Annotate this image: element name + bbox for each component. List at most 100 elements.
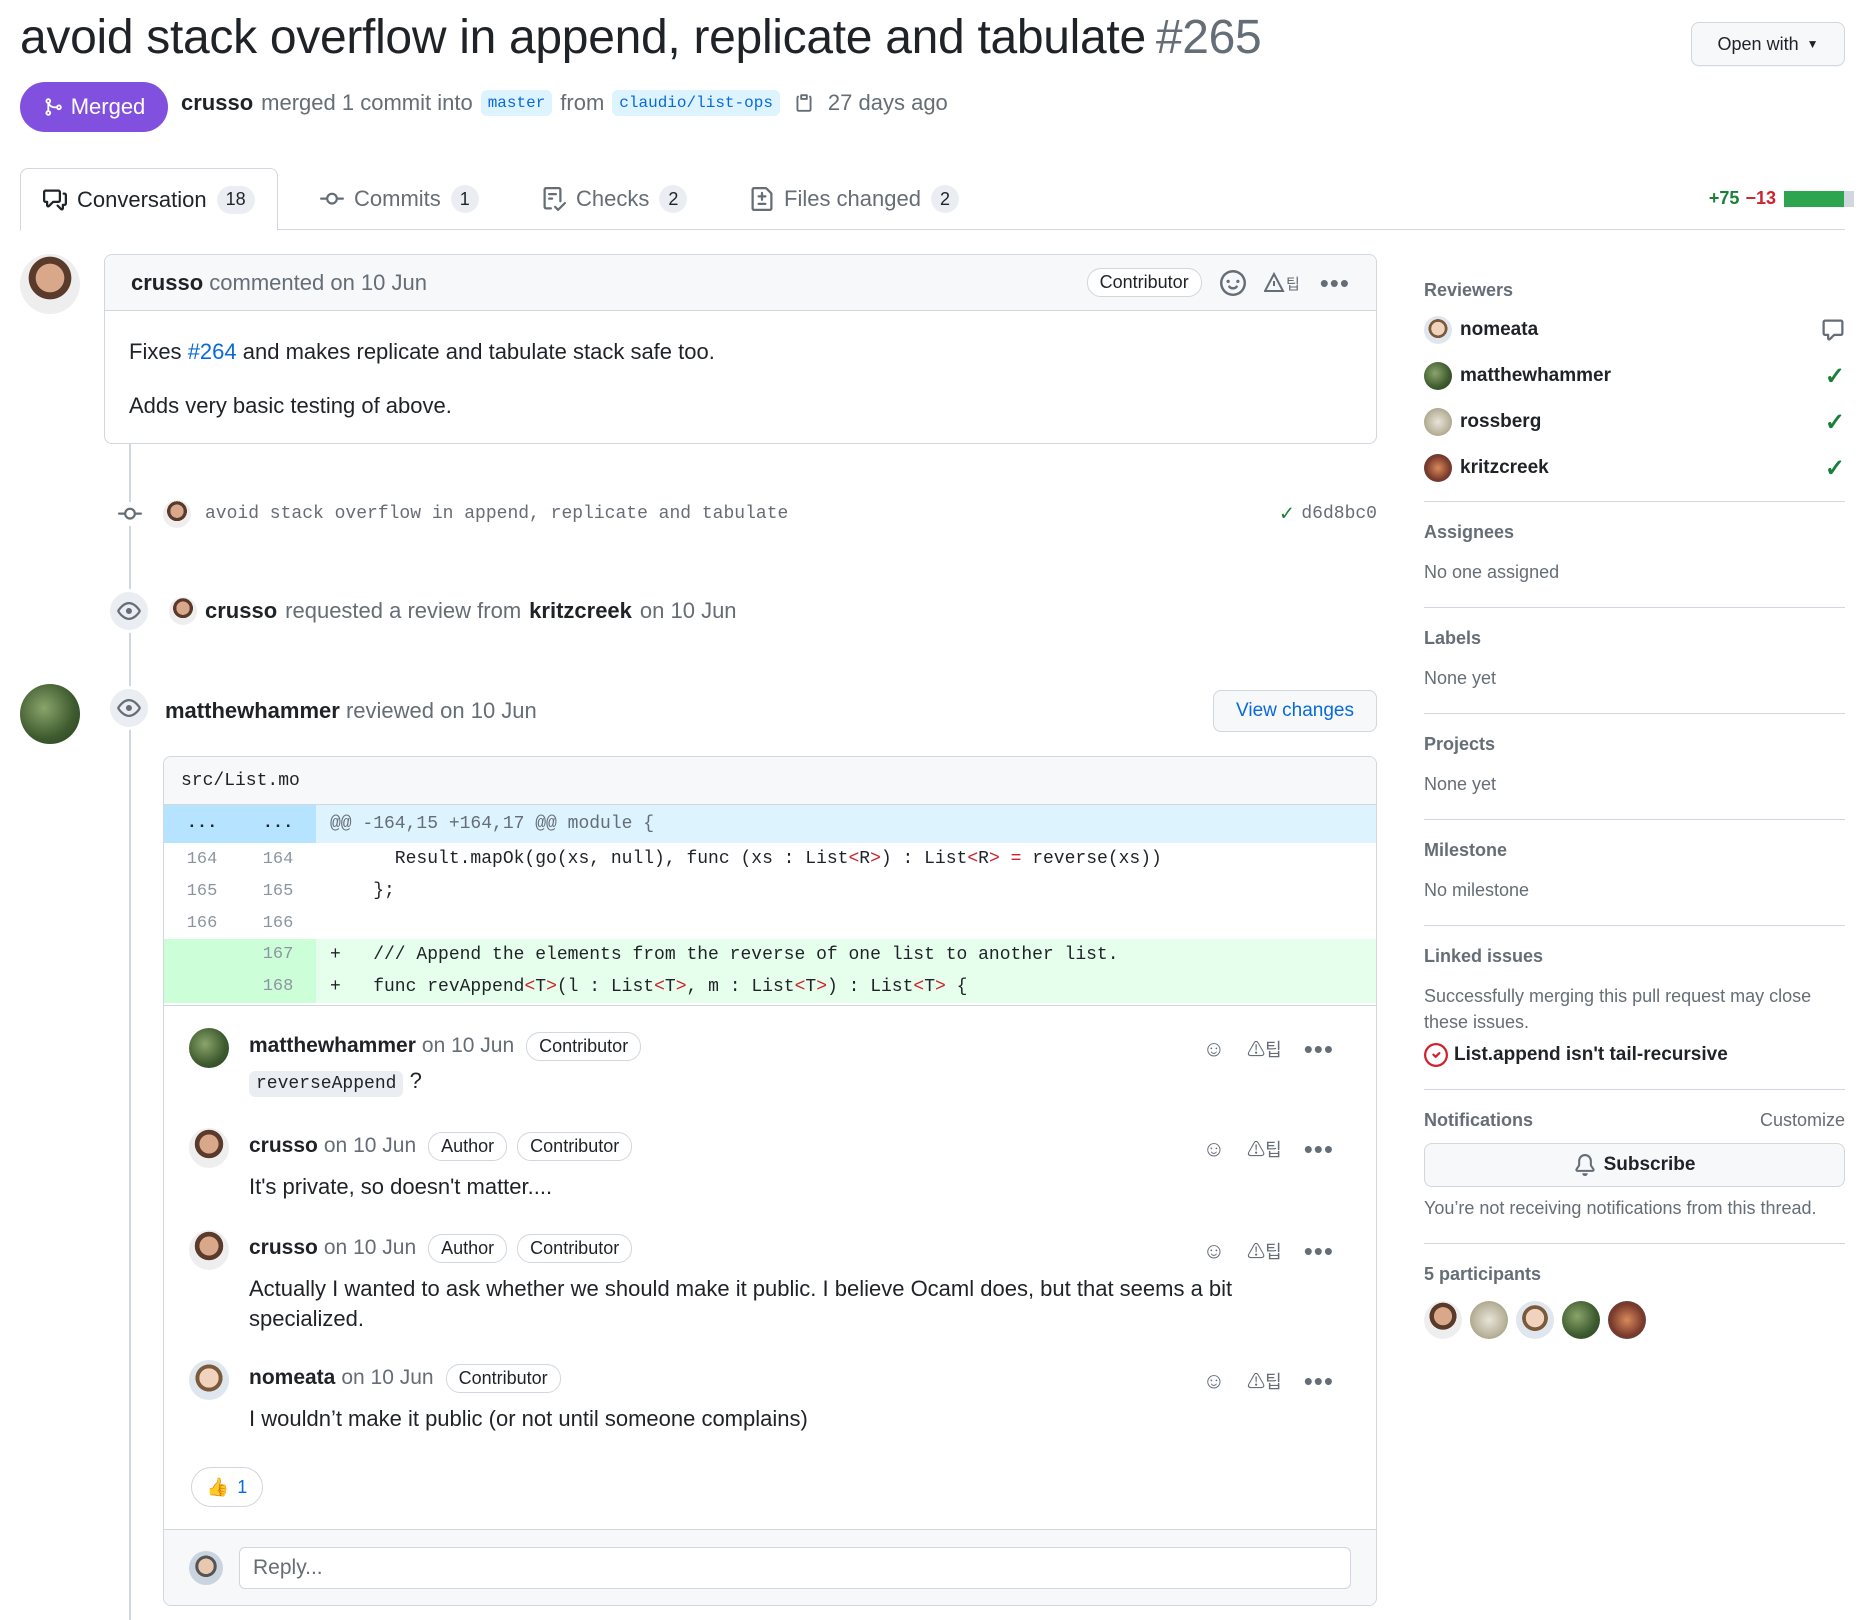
milestone-title: Milestone: [1424, 840, 1508, 860]
participant-avatar[interactable]: [1470, 1301, 1508, 1339]
subscribe-button[interactable]: Subscribe: [1424, 1143, 1845, 1187]
expand-down-button[interactable]: ...: [240, 805, 316, 843]
merge-time: 27 days ago: [827, 90, 948, 115]
participant-avatar[interactable]: [1516, 1301, 1554, 1339]
diff-line-added[interactable]: 167 + /// Append the elements from the re…: [164, 939, 1376, 971]
avatar-kritzcreek[interactable]: [1424, 454, 1452, 482]
linked-issue[interactable]: List.append isn't tail-recursive: [1424, 1043, 1845, 1067]
commit-sha[interactable]: ✓ d6d8bc0: [1280, 501, 1377, 527]
check-icon: ✓: [1824, 362, 1845, 390]
issue-link[interactable]: #264: [188, 339, 237, 364]
reviewer-row[interactable]: rossberg ✓: [1424, 399, 1845, 445]
comment-author[interactable]: crusso: [249, 1134, 318, 1158]
reviewer-name[interactable]: matthewhammer: [1460, 365, 1611, 387]
old-line-number: [164, 971, 240, 1003]
avatar-nomeata[interactable]: [1424, 316, 1452, 344]
customize-link[interactable]: Customize: [1760, 1110, 1845, 1131]
diff-line-context[interactable]: 165 165 };: [164, 875, 1376, 907]
reviewer-row[interactable]: nomeata: [1424, 307, 1845, 353]
comment-author[interactable]: nomeata: [249, 1366, 335, 1390]
review-author[interactable]: matthewhammer: [165, 698, 340, 723]
comment-author[interactable]: crusso: [131, 270, 203, 296]
merger-link[interactable]: crusso: [181, 90, 253, 116]
translate-icon[interactable]: ⚠팁: [1247, 1036, 1282, 1062]
reviewer-row[interactable]: matthewhammer ✓: [1424, 353, 1845, 399]
avatar-crusso-small[interactable]: [163, 500, 191, 528]
diff-line-context[interactable]: 164 164 Result.mapOk(go(xs, null), func (…: [164, 843, 1376, 875]
avatar-rossberg[interactable]: [1424, 408, 1452, 436]
reply-input[interactable]: Reply...: [239, 1546, 1351, 1589]
linked-issue-title[interactable]: List.append isn't tail-recursive: [1454, 1044, 1728, 1066]
translate-icon[interactable]: ⚠팁: [1247, 1368, 1282, 1394]
commit-message[interactable]: avoid stack overflow in append, replicat…: [205, 504, 788, 524]
comment-header: crusso commented on 10 Jun Contributor 팁…: [105, 255, 1376, 311]
reviewer-name[interactable]: nomeata: [1460, 319, 1538, 341]
open-with-button[interactable]: Open with ▼: [1691, 22, 1845, 66]
avatar-crusso[interactable]: [189, 1128, 229, 1168]
head-branch[interactable]: claudio/list-ops: [612, 90, 780, 116]
more-options-icon[interactable]: •••: [1304, 1136, 1334, 1162]
hunk-text: @@ -164,15 +164,17 @@ module {: [330, 814, 655, 834]
avatar-nomeata[interactable]: [189, 1360, 229, 1400]
merge-info: crusso merged 1 commit into master from …: [181, 90, 948, 116]
smiley-icon[interactable]: [1219, 269, 1246, 296]
tab-conversation-count: 18: [216, 185, 255, 214]
review-meta: reviewed on 10 Jun: [345, 698, 537, 723]
tab-conversation[interactable]: Conversation 18: [20, 168, 278, 231]
thumbs-up-reaction[interactable]: 👍 1: [191, 1467, 263, 1507]
review-comment: crusso on 10 Jun Author Contributor It's pr…: [164, 1128, 1376, 1208]
check-icon: ✓: [1824, 454, 1845, 482]
diffstat-additions: +75: [1708, 188, 1740, 208]
translate-icon[interactable]: ⚠팁: [1247, 1238, 1282, 1264]
base-branch[interactable]: master: [480, 90, 553, 116]
comment-text: I wouldn’t make it public (or not until …: [249, 1406, 808, 1431]
view-changes-button[interactable]: View changes: [1213, 690, 1377, 732]
smiley-icon[interactable]: ☺: [1203, 1238, 1225, 1264]
more-options-icon[interactable]: •••: [1304, 1368, 1334, 1394]
issue-closed-icon: [1424, 1043, 1448, 1067]
diffstat: +75 −13: [1709, 188, 1854, 209]
translate-icon[interactable]: 팁: [1263, 271, 1302, 294]
diff-line-added[interactable]: 168 + func revAppend<T>(l : List<T>, m : …: [164, 971, 1376, 1003]
participant-avatar[interactable]: [1608, 1301, 1646, 1339]
comment-author[interactable]: crusso: [249, 1236, 318, 1260]
diff-line-context[interactable]: 166 166: [164, 907, 1376, 939]
code-text: };: [330, 881, 395, 901]
request-actor[interactable]: crusso: [205, 598, 277, 624]
smiley-icon[interactable]: ☺: [1203, 1136, 1225, 1162]
participant-avatar[interactable]: [1424, 1301, 1462, 1339]
translate-icon[interactable]: ⚠팁: [1247, 1136, 1282, 1162]
tab-commits[interactable]: Commits 1: [320, 168, 479, 230]
tab-commits-count: 1: [450, 185, 479, 213]
comment-author[interactable]: matthewhammer: [249, 1034, 416, 1058]
more-options-icon[interactable]: •••: [1320, 270, 1350, 296]
participant-avatar[interactable]: [1562, 1301, 1600, 1339]
smiley-icon[interactable]: ☺: [1203, 1368, 1225, 1394]
pr-description-comment: crusso commented on 10 Jun Contributor 팁…: [104, 254, 1377, 444]
reviewer-name[interactable]: rossberg: [1460, 411, 1541, 433]
reviewer-name[interactable]: kritzcreek: [1460, 457, 1549, 479]
avatar-matthewhammer[interactable]: [189, 1028, 229, 1068]
request-reviewer[interactable]: kritzcreek: [529, 598, 632, 624]
merged-state-badge: Merged: [20, 82, 168, 132]
new-line-number: 166: [262, 913, 294, 933]
svg-text:팁: 팁: [1286, 275, 1300, 293]
more-options-icon[interactable]: •••: [1304, 1036, 1334, 1062]
smiley-icon[interactable]: ☺: [1203, 1036, 1225, 1062]
more-options-icon[interactable]: •••: [1304, 1238, 1334, 1264]
avatar-crusso[interactable]: [189, 1230, 229, 1270]
new-line-number: 167: [240, 939, 316, 971]
avatar-matthewhammer[interactable]: [1424, 362, 1452, 390]
avatar-crusso-small[interactable]: [169, 597, 197, 625]
tab-checks[interactable]: Checks 2: [542, 168, 688, 230]
tab-files-changed[interactable]: Files changed 2: [750, 168, 959, 230]
reviewer-row[interactable]: kritzcreek ✓: [1424, 445, 1845, 491]
comment-icon: [1821, 318, 1845, 342]
avatar-crusso[interactable]: [20, 254, 80, 314]
copy-icon[interactable]: [794, 92, 814, 114]
expand-up-button[interactable]: ...: [164, 805, 240, 843]
sidebar: Reviewers nomeata matthewhammer ✓ rossbe…: [1424, 260, 1845, 1361]
labels-section: Labels None yet: [1424, 608, 1845, 714]
file-path[interactable]: src/List.mo: [164, 757, 1376, 805]
avatar-matthewhammer[interactable]: [20, 684, 80, 744]
